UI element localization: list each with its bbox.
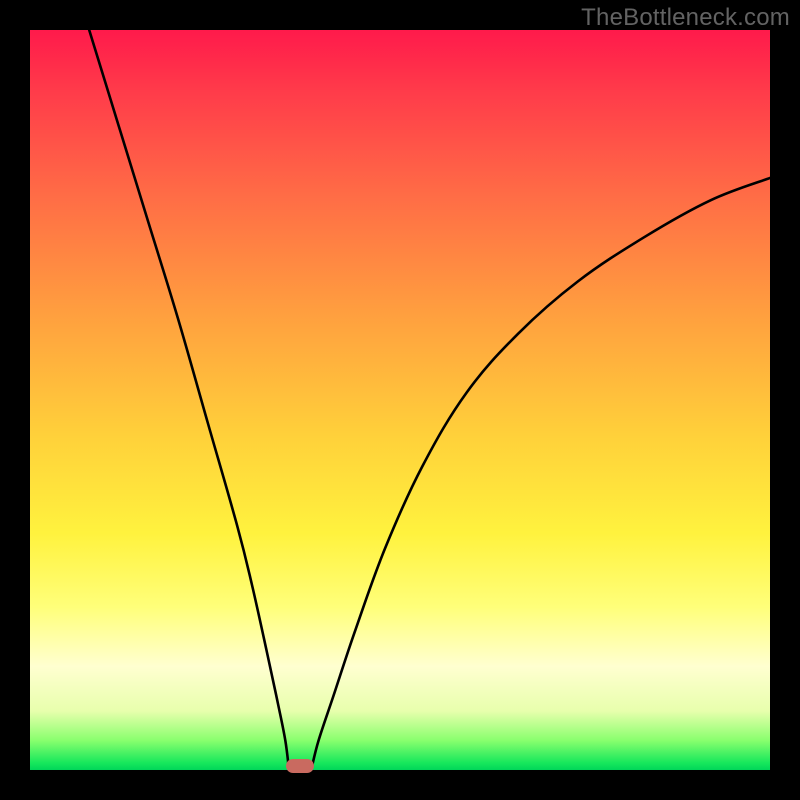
watermark-text: TheBottleneck.com bbox=[581, 4, 790, 32]
right-branch-path bbox=[311, 178, 770, 770]
bottleneck-marker bbox=[286, 759, 314, 773]
curve-layer bbox=[30, 30, 770, 770]
left-branch-path bbox=[89, 30, 289, 770]
chart-frame: TheBottleneck.com bbox=[0, 0, 800, 800]
plot-area bbox=[30, 30, 770, 770]
